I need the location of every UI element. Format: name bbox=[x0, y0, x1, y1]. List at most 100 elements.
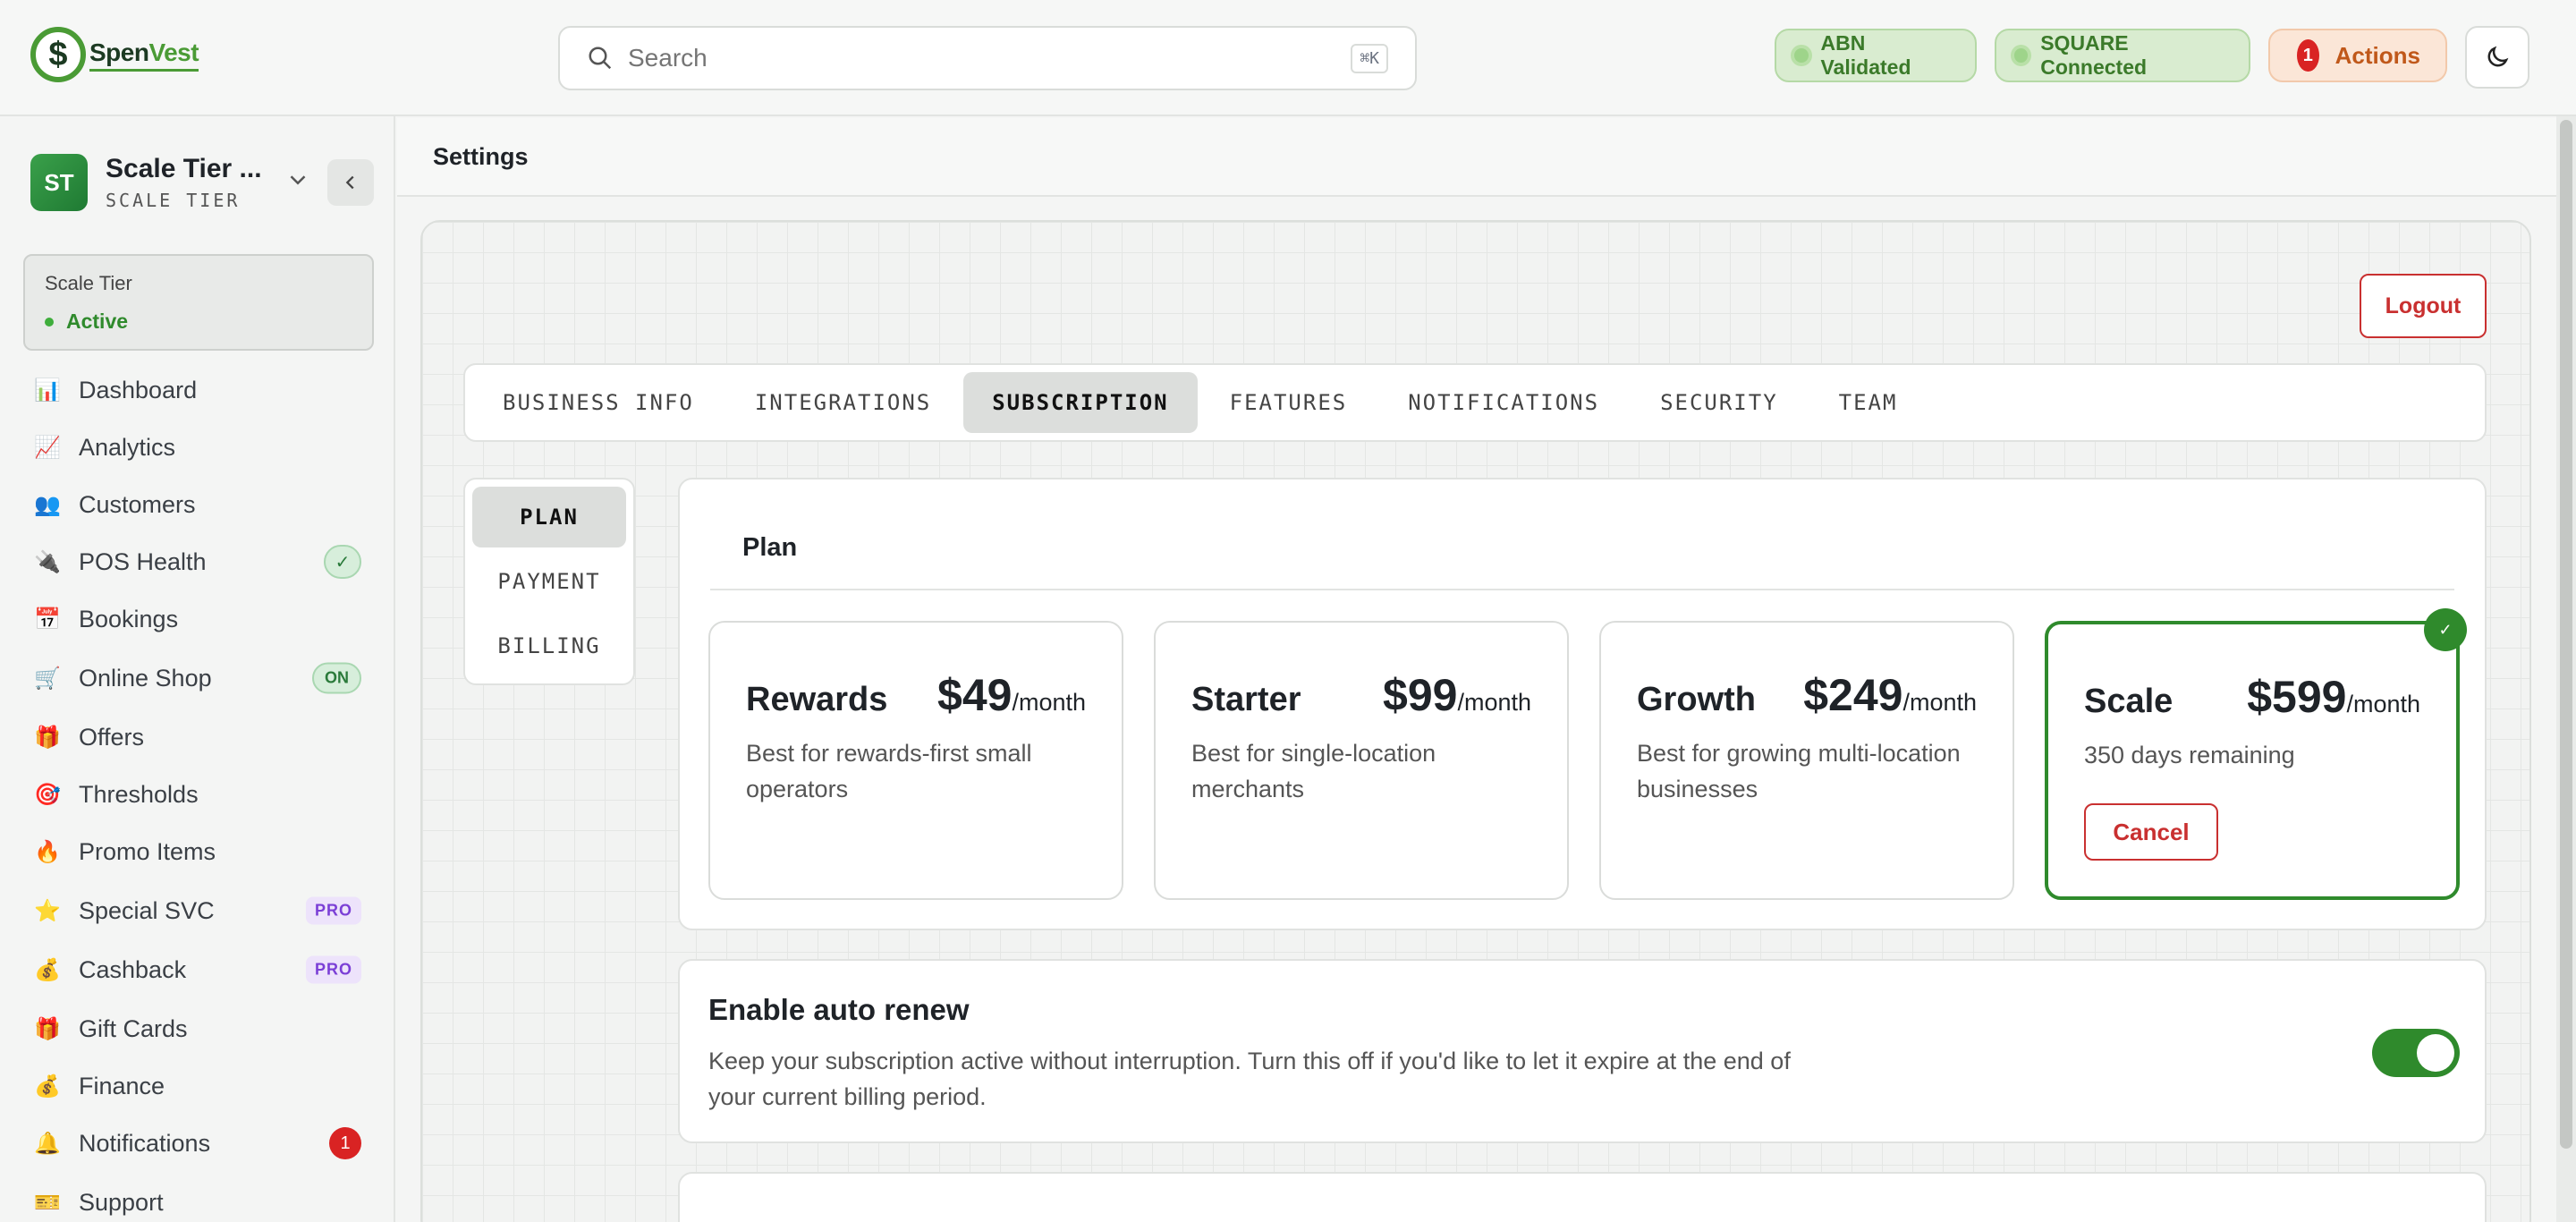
collapse-sidebar-button[interactable] bbox=[327, 159, 374, 206]
chevron-down-icon[interactable] bbox=[284, 166, 311, 193]
tier-price: $49/month bbox=[937, 669, 1086, 721]
tab-business-info[interactable]: BUSINESS INFO bbox=[474, 372, 723, 433]
tier-name: Scale bbox=[2084, 683, 2174, 720]
search-box[interactable]: ⌘K bbox=[558, 26, 1417, 90]
current-plan-check-icon: ✓ bbox=[2424, 608, 2467, 651]
special-svc-icon: ⭐ bbox=[34, 898, 61, 923]
logo-text-prefix: Spen bbox=[89, 38, 149, 66]
tier-price-period: /month bbox=[2346, 691, 2420, 717]
chevron-left-icon bbox=[345, 175, 354, 190]
plan-heading: Plan bbox=[742, 533, 798, 562]
tier-name: Rewards bbox=[746, 681, 888, 718]
tab-notifications[interactable]: NOTIFICATIONS bbox=[1379, 372, 1628, 433]
subnav-billing[interactable]: BILLING bbox=[472, 615, 626, 676]
subnav-payment[interactable]: PAYMENT bbox=[472, 551, 626, 612]
sidebar-item-customers[interactable]: 👥 Customers bbox=[0, 476, 395, 533]
sidebar-item-finance[interactable]: 💰 Finance bbox=[0, 1057, 395, 1115]
top-bar: $ SpenVest ⌘K ABN Validated SQUARE Conne… bbox=[0, 0, 2576, 116]
auto-renew-toggle[interactable] bbox=[2372, 1029, 2460, 1077]
tab-integrations[interactable]: INTEGRATIONS bbox=[726, 372, 960, 433]
sidebar-item-label: Offers bbox=[79, 723, 145, 751]
tier-description: 350 days remaining bbox=[2084, 742, 2295, 768]
sidebar-item-notifications[interactable]: 🔔 Notifications 1 bbox=[0, 1115, 395, 1172]
avatar: ST bbox=[30, 154, 88, 211]
sidebar-item-offers[interactable]: 🎁 Offers bbox=[0, 709, 395, 766]
actions-label: Actions bbox=[2334, 41, 2420, 69]
plan-tier-rewards[interactable]: Rewards $49/month Best for rewards-first s… bbox=[708, 621, 1123, 900]
logout-button[interactable]: Logout bbox=[2360, 274, 2487, 338]
abn-validated-label: ABN Validated bbox=[1820, 31, 1911, 79]
auto-renew-description: Keep your subscription active without in… bbox=[708, 1048, 1791, 1110]
sidebar-item-dashboard[interactable]: 📊 Dashboard bbox=[0, 361, 395, 419]
subnav-plan[interactable]: PLAN bbox=[472, 487, 626, 547]
auto-renew-card: Enable auto renew Keep your subscription… bbox=[678, 959, 2487, 1143]
sidebar-item-special-svc[interactable]: ⭐ Special SVC PRO bbox=[0, 882, 395, 939]
square-connected-badge[interactable]: SQUARE Connected bbox=[1995, 29, 2250, 82]
cancel-subscription-button[interactable]: Cancel bbox=[2084, 803, 2218, 861]
theme-toggle-button[interactable] bbox=[2465, 26, 2529, 89]
notifications-icon: 🔔 bbox=[34, 1131, 61, 1156]
analytics-icon: 📈 bbox=[34, 435, 61, 460]
offers-icon: 🎁 bbox=[34, 725, 61, 750]
tier-price: $99/month bbox=[1383, 669, 1531, 721]
tab-security[interactable]: SECURITY bbox=[1631, 372, 1807, 433]
abn-validated-badge[interactable]: ABN Validated bbox=[1775, 29, 1977, 82]
tier-status-box: Scale Tier Active bbox=[23, 254, 374, 351]
sidebar-item-label: POS Health bbox=[79, 547, 207, 575]
sidebar-item-support[interactable]: 🎫 Support bbox=[0, 1174, 395, 1222]
tab-features[interactable]: FEATURES bbox=[1201, 372, 1377, 433]
search-input[interactable] bbox=[628, 44, 1352, 72]
support-icon: 🎫 bbox=[34, 1190, 61, 1215]
sidebar-item-pos-health[interactable]: 🔌 POS Health ✓ bbox=[0, 533, 395, 590]
tab-team[interactable]: TEAM bbox=[1810, 372, 1927, 433]
sidebar-item-analytics[interactable]: 📈 Analytics bbox=[0, 419, 395, 476]
account-switcher[interactable]: ST Scale Tier ... SCALE TIER bbox=[30, 154, 262, 211]
tier-price-amount: $99 bbox=[1383, 670, 1458, 720]
sidebar-item-online-shop[interactable]: 🛒 Online Shop ON bbox=[0, 649, 395, 707]
next-section-card bbox=[678, 1172, 2487, 1222]
page-title: Settings bbox=[433, 143, 529, 170]
tier-price: $249/month bbox=[1803, 669, 1977, 721]
scrollbar-thumb[interactable] bbox=[2560, 120, 2572, 1149]
sidebar-item-bookings[interactable]: 📅 Bookings bbox=[0, 590, 395, 648]
status-dot-icon bbox=[2011, 45, 2032, 66]
sidebar-item-label: Finance bbox=[79, 1072, 165, 1099]
thresholds-icon: 🎯 bbox=[34, 782, 61, 807]
sidebar-item-label: Gift Cards bbox=[79, 1014, 188, 1042]
search-icon bbox=[589, 47, 612, 70]
tab-subscription[interactable]: SUBSCRIPTION bbox=[963, 372, 1198, 433]
cashback-badge: PRO bbox=[305, 955, 361, 984]
sidebar: ST Scale Tier ... SCALE TIER Scale Tier … bbox=[0, 116, 395, 1222]
sidebar-item-label: Bookings bbox=[79, 605, 179, 632]
sidebar-item-gift-cards[interactable]: 🎁 Gift Cards bbox=[0, 1000, 395, 1057]
sidebar-item-thresholds[interactable]: 🎯 Thresholds bbox=[0, 766, 395, 823]
settings-tabs: BUSINESS INFO INTEGRATIONS SUBSCRIPTION FEA… bbox=[463, 363, 2487, 442]
sidebar-item-label: Special SVC bbox=[79, 896, 215, 924]
moon-icon bbox=[2487, 46, 2509, 67]
scrollbar[interactable] bbox=[2556, 116, 2576, 1222]
sidebar-item-label: Customers bbox=[79, 490, 196, 518]
tier-price-period: /month bbox=[1457, 689, 1531, 716]
plan-tier-starter[interactable]: Starter $99/month Best for single-location… bbox=[1154, 621, 1569, 900]
notifications-badge: 1 bbox=[329, 1127, 361, 1159]
actions-button[interactable]: 1 Actions bbox=[2268, 29, 2447, 82]
plan-tier-growth[interactable]: Growth $249/month Best for growing multi-l… bbox=[1599, 621, 2014, 900]
divider bbox=[710, 589, 2454, 590]
special-svc-badge: PRO bbox=[305, 896, 361, 925]
search-shortcut: ⌘K bbox=[1351, 43, 1388, 73]
customers-icon: 👥 bbox=[34, 492, 61, 517]
sidebar-item-label: Online Shop bbox=[79, 664, 212, 692]
sidebar-item-promo-items[interactable]: 🔥 Promo Items bbox=[0, 823, 395, 880]
tier-description: Best for rewards-first small operators bbox=[746, 740, 1032, 802]
tier-status: Active bbox=[45, 310, 352, 334]
auto-renew-title: Enable auto renew bbox=[708, 993, 970, 1026]
plan-tier-scale[interactable]: Scale $599/month 350 days remaining Cancel bbox=[2045, 621, 2460, 900]
page-header: Settings bbox=[397, 118, 2556, 197]
plan-card: Plan Rewards $49/month Best for rewards-fi… bbox=[678, 478, 2487, 930]
spenvest-logo[interactable]: $ SpenVest bbox=[30, 27, 199, 82]
sidebar-item-cashback[interactable]: 💰 Cashback PRO bbox=[0, 941, 395, 998]
sidebar-item-label: Notifications bbox=[79, 1129, 211, 1157]
logo-dollar-icon: $ bbox=[30, 27, 86, 82]
sidebar-item-label: Dashboard bbox=[79, 376, 198, 403]
logo-text: SpenVest bbox=[89, 38, 199, 72]
